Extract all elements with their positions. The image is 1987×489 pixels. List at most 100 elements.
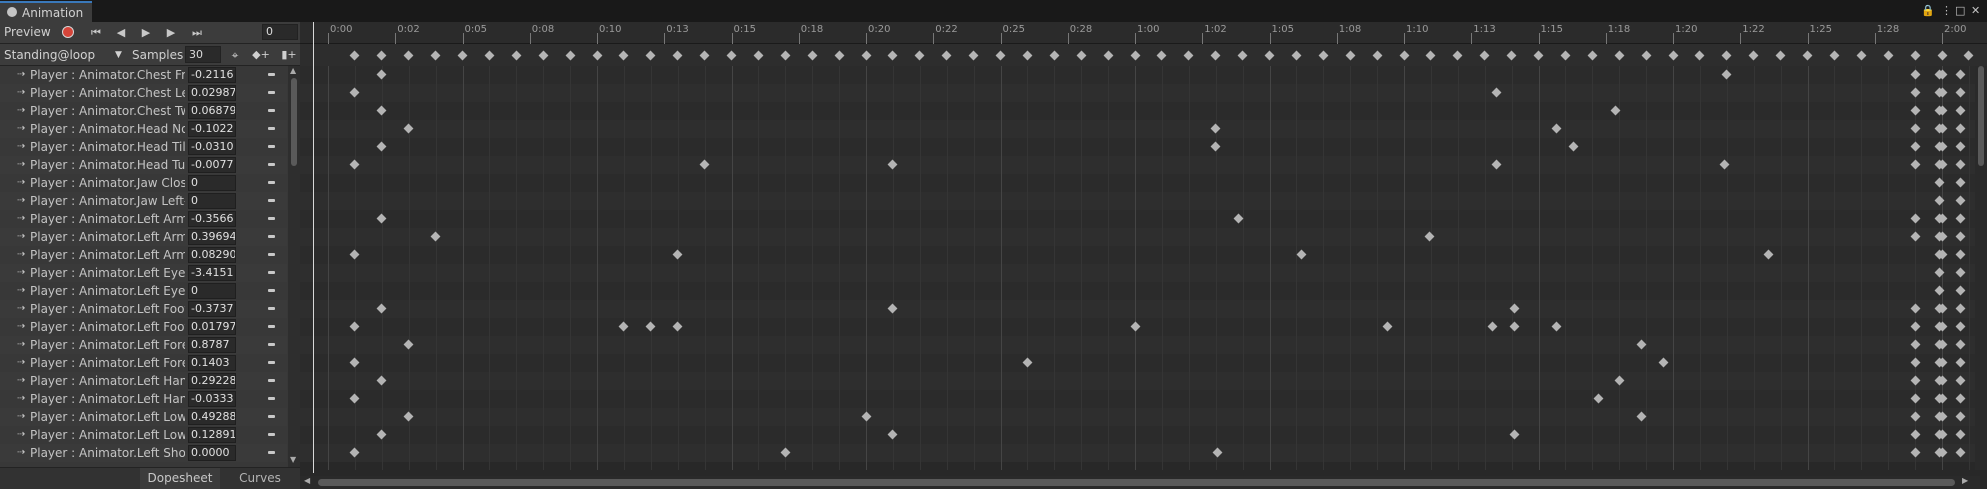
maximize-icon[interactable]: □ <box>1955 4 1965 17</box>
summary-keyframe[interactable] <box>403 50 414 61</box>
add-keyframe-icon[interactable]: ◆+ <box>252 46 270 64</box>
property-row[interactable]: ⇢ Player : Animator.Left Forearm Twist In… <box>0 354 287 372</box>
summary-keyframe[interactable] <box>995 50 1006 61</box>
property-row[interactable]: ⇢ Player : Animator.Left Foot Twist In-Ou… <box>0 318 287 336</box>
property-row[interactable]: ⇢ Player : Animator.Left Lower Leg Twist … <box>0 426 287 444</box>
summary-keyframe[interactable] <box>1910 50 1921 61</box>
property-row[interactable]: ⇢ Player : Animator.Head Turn Left-Right-… <box>0 156 287 174</box>
property-value-field[interactable]: 0.1403 <box>188 355 236 371</box>
summary-keyframe[interactable] <box>1022 50 1033 61</box>
tab-dopesheet[interactable]: Dopesheet <box>140 468 220 489</box>
property-value-field[interactable]: 0 <box>188 283 236 299</box>
property-options-icon[interactable] <box>268 91 275 94</box>
property-options-icon[interactable] <box>268 145 275 148</box>
property-options-icon[interactable] <box>268 127 275 130</box>
property-value-field[interactable]: 0.39694 <box>188 229 236 245</box>
property-options-icon[interactable] <box>268 307 275 310</box>
summary-keyframe[interactable] <box>1345 50 1356 61</box>
property-row[interactable]: ⇢ Player : Animator.Chest Front-Back-0.21… <box>0 66 287 84</box>
property-options-icon[interactable] <box>268 181 275 184</box>
summary-keyframe[interactable] <box>1963 50 1974 61</box>
summary-keyframe[interactable] <box>861 50 871 61</box>
summary-keyframe[interactable] <box>376 50 387 61</box>
summary-keyframe[interactable] <box>457 50 468 61</box>
property-row[interactable]: ⇢ Player : Animator.Head Nod Down-Up-0.10… <box>0 120 287 138</box>
property-value-field[interactable]: 0.49288 <box>188 409 236 425</box>
property-value-field[interactable]: 0.12891 <box>188 427 236 443</box>
summary-keyframe[interactable] <box>1721 50 1732 61</box>
property-value-field[interactable]: -0.2116 <box>188 67 236 83</box>
property-options-icon[interactable] <box>268 433 275 436</box>
property-value-field[interactable]: -0.0310 <box>188 139 236 155</box>
summary-keyframe[interactable] <box>1856 50 1867 61</box>
property-options-icon[interactable] <box>268 451 275 454</box>
property-value-field[interactable]: 0.06879 <box>188 103 236 119</box>
summary-keyframe[interactable] <box>1560 50 1571 61</box>
summary-keyframe[interactable] <box>618 50 629 61</box>
lock-icon[interactable]: 🔒 <box>1921 4 1935 17</box>
time-ruler[interactable]: 0:00 0:02 0:05 0:08 0:10 0:13 0:15 0:18 0:20 0:22… <box>300 22 1987 44</box>
summary-keyframe[interactable] <box>1399 50 1409 61</box>
property-options-icon[interactable] <box>268 199 275 202</box>
summary-keyframe[interactable] <box>1291 50 1302 61</box>
property-options-icon[interactable] <box>268 397 275 400</box>
property-value-field[interactable]: 0.29228 <box>188 373 236 389</box>
summary-keyframe[interactable] <box>1183 50 1194 61</box>
summary-keyframe[interactable] <box>672 50 683 61</box>
property-options-icon[interactable] <box>268 217 275 220</box>
summary-keyframe[interactable] <box>780 50 791 61</box>
property-value-field[interactable]: -0.0333 <box>188 391 236 407</box>
animation-window-tab[interactable]: Animation <box>0 1 92 22</box>
preview-toggle[interactable]: Preview <box>4 25 51 39</box>
property-row[interactable]: ⇢ Player : Animator.Left Forearm Stretch0… <box>0 336 287 354</box>
summary-keyframe[interactable] <box>1829 50 1840 61</box>
summary-keyframe[interactable] <box>699 50 710 61</box>
summary-keyframe[interactable] <box>1937 50 1947 61</box>
clip-selector-dropdown[interactable]: Standing@loop ▼ <box>0 46 128 64</box>
summary-keyframe[interactable] <box>753 50 764 61</box>
add-event-icon[interactable]: ▮+ <box>280 46 298 64</box>
summary-keyframe[interactable] <box>484 50 495 61</box>
summary-keyframe[interactable] <box>1049 50 1060 61</box>
scroll-left-icon[interactable]: ◀ <box>304 476 310 485</box>
property-value-field[interactable]: -0.3737 <box>188 301 236 317</box>
property-value-field[interactable]: 0.0000 <box>188 445 236 461</box>
property-options-icon[interactable] <box>268 343 275 346</box>
summary-keyframe[interactable] <box>887 50 898 61</box>
summary-keyframe[interactable] <box>1237 50 1248 61</box>
property-row[interactable]: ⇢ Player : Animator.Jaw Close 0 <box>0 174 287 192</box>
summary-keyframe[interactable] <box>1506 50 1517 61</box>
property-value-field[interactable]: -3.4151 <box>188 265 236 281</box>
summary-keyframe[interactable] <box>1883 50 1894 61</box>
summary-keyframe[interactable] <box>1210 50 1221 61</box>
property-options-icon[interactable] <box>268 109 275 112</box>
tab-curves[interactable]: Curves <box>222 468 298 489</box>
property-options-icon[interactable] <box>268 235 275 238</box>
summary-keyframe[interactable] <box>1668 50 1678 61</box>
summary-keyframe[interactable] <box>941 50 952 61</box>
timeline-horizontal-scrollbar-thumb[interactable] <box>318 479 1955 486</box>
property-row[interactable]: ⇢ Player : Animator.Left Lower Leg Stretc… <box>0 408 287 426</box>
property-row[interactable]: ⇢ Player : Animator.Left Eye In-Out0 <box>0 282 287 300</box>
summary-keyframe[interactable] <box>349 50 360 61</box>
summary-keyframe[interactable] <box>645 50 656 61</box>
property-value-field[interactable]: -0.0077 <box>188 157 236 173</box>
first-keyframe-icon[interactable]: ⏮ <box>85 24 107 41</box>
property-row[interactable]: ⇢ Player : Animator.Chest Twist Left-Righ… <box>0 102 287 120</box>
property-options-icon[interactable] <box>268 271 275 274</box>
dopesheet-keyframe-area[interactable] <box>300 66 1980 470</box>
summary-keyframe[interactable] <box>1775 50 1786 61</box>
property-value-field[interactable]: 0 <box>188 175 236 191</box>
current-frame-field[interactable]: 0 <box>262 24 298 40</box>
last-keyframe-icon[interactable]: ⏭ <box>186 24 208 41</box>
property-options-icon[interactable] <box>268 415 275 418</box>
summary-keyframe[interactable] <box>1318 50 1329 61</box>
summary-keyframe[interactable] <box>1533 50 1544 61</box>
kebab-menu-icon[interactable]: ⋮ <box>1941 4 1952 17</box>
summary-keyframe[interactable] <box>1694 50 1705 61</box>
property-value-field[interactable]: 0.02987 <box>188 85 236 101</box>
property-options-icon[interactable] <box>268 289 275 292</box>
property-value-field[interactable]: -0.3566 <box>188 211 236 227</box>
property-options-icon[interactable] <box>268 361 275 364</box>
property-row[interactable]: ⇢ Player : Animator.Jaw Left-Right0 <box>0 192 287 210</box>
